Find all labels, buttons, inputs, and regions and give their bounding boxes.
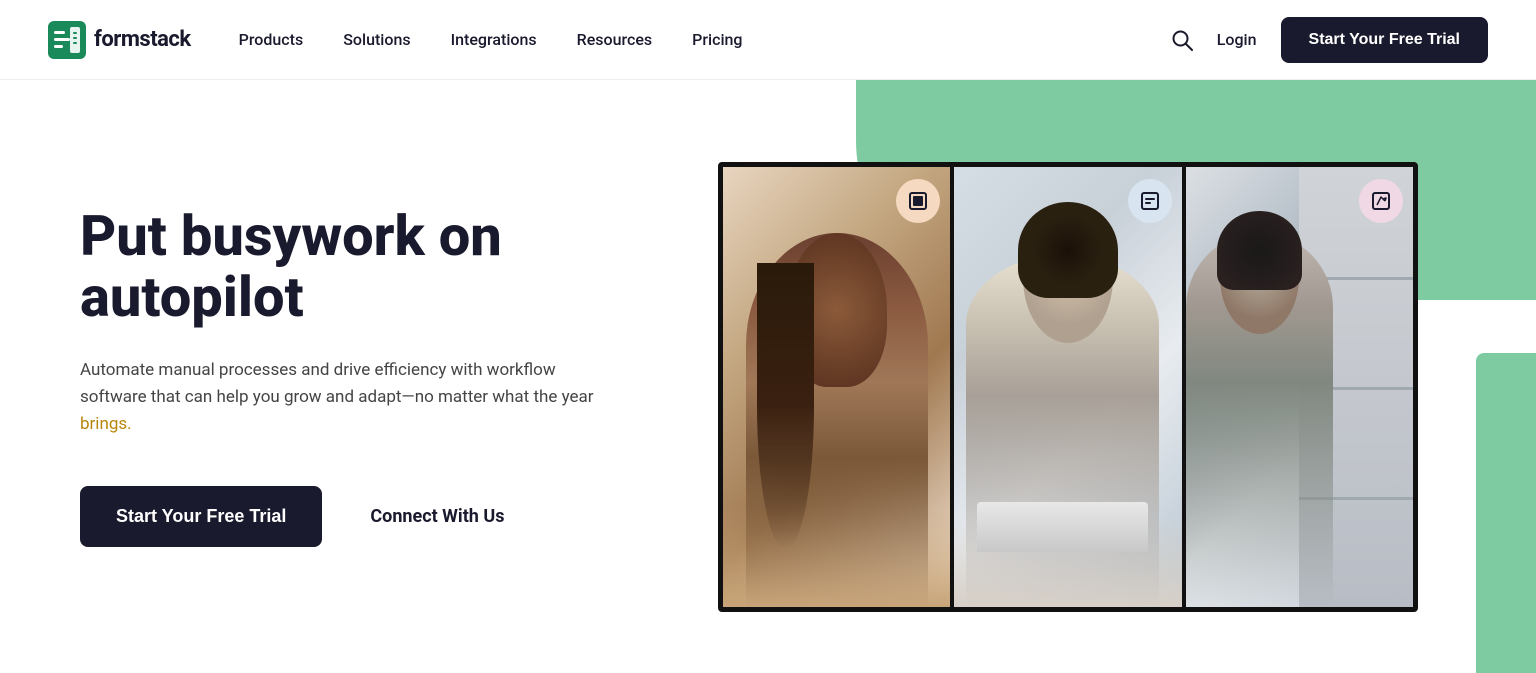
nav-menu: Products Solutions Integrations Resource… <box>239 30 743 49</box>
hero-content: Put busywork on autopilot Automate manua… <box>0 126 660 628</box>
panel-2-badge <box>1128 179 1172 223</box>
search-icon <box>1171 29 1193 51</box>
nav-item-products[interactable]: Products <box>239 30 304 49</box>
formstack-logo-icon <box>48 21 86 59</box>
search-button[interactable] <box>1171 29 1193 51</box>
badge-2-icon <box>1140 191 1160 211</box>
hero-cta-primary-button[interactable]: Start Your Free Trial <box>80 486 322 547</box>
logo-link[interactable]: formstack <box>48 21 191 59</box>
nav-cta-button[interactable]: Start Your Free Trial <box>1281 17 1488 63</box>
collage-panel-1 <box>723 167 950 607</box>
panel-2-laptop <box>977 502 1147 552</box>
collage-panel-3 <box>1182 167 1413 607</box>
logo-text: formstack <box>94 27 191 52</box>
badge-1-icon <box>908 191 928 211</box>
hero-headline: Put busywork on autopilot <box>80 206 612 329</box>
login-link[interactable]: Login <box>1217 30 1257 49</box>
nav-right: Login Start Your Free Trial <box>1171 17 1488 63</box>
panel-2-hair <box>1018 202 1118 299</box>
hero-section: Put busywork on autopilot Automate manua… <box>0 80 1536 673</box>
nav-item-resources[interactable]: Resources <box>577 30 653 49</box>
green-decoration-bottom <box>1476 353 1536 673</box>
panel-3-hair <box>1217 211 1301 290</box>
hero-collage <box>718 162 1418 612</box>
panel-3-badge <box>1359 179 1403 223</box>
nav-item-pricing[interactable]: Pricing <box>692 30 742 49</box>
hero-visual <box>660 80 1536 673</box>
main-nav: formstack Products Solutions Integration… <box>0 0 1536 80</box>
hero-cta-group: Start Your Free Trial Connect With Us <box>80 486 612 547</box>
panel-1-badge <box>896 179 940 223</box>
badge-3-icon <box>1371 191 1391 211</box>
hero-subtext-highlight: brings. <box>80 414 132 434</box>
collage-panel-2 <box>950 167 1181 607</box>
panel-1-hair <box>757 263 814 549</box>
hero-cta-secondary-link[interactable]: Connect With Us <box>370 506 504 527</box>
nav-item-solutions[interactable]: Solutions <box>343 30 410 49</box>
nav-item-integrations[interactable]: Integrations <box>451 30 537 49</box>
hero-subtext: Automate manual processes and drive effi… <box>80 357 612 439</box>
